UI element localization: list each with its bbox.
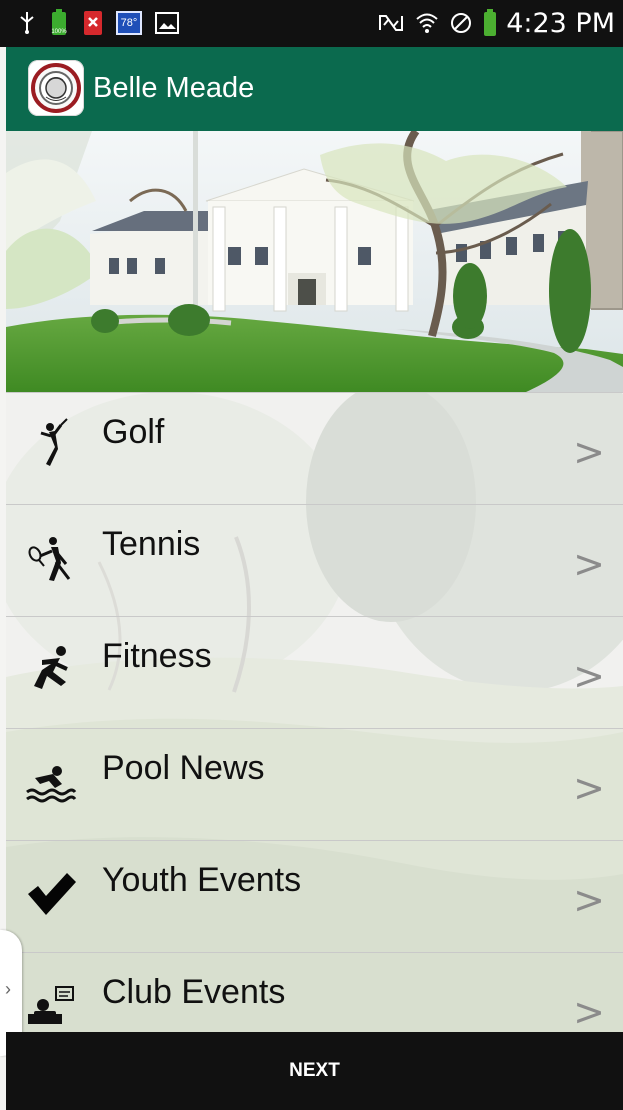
app-title: Belle Meade (93, 72, 255, 104)
menu-item-golf[interactable]: Golf > (6, 392, 623, 504)
battery-status-icon: 100% (48, 9, 70, 37)
menu-item-fitness[interactable]: Fitness > (6, 616, 623, 728)
footer-bar: NEXT (6, 1032, 623, 1110)
tennis-icon (22, 529, 78, 585)
club-events-icon (22, 977, 78, 1033)
menu-item-label-golf: Golf (102, 413, 165, 451)
do-not-disturb-icon (448, 10, 474, 36)
nfc-icon (376, 12, 406, 34)
status-left-icons: 100% 78° (18, 8, 180, 38)
menu-item-label-tennis: Tennis (102, 525, 201, 563)
menu-item-youth-events[interactable]: Youth Events > (6, 840, 623, 952)
drawer-chevron-icon: › (5, 979, 11, 999)
usb-icon (18, 11, 36, 35)
menu-item-label-club-events: Club Events (102, 973, 286, 1011)
close-notification-icon (82, 9, 104, 37)
menu-item-label-pool-news: Pool News (102, 749, 265, 787)
chevron-right-icon: > (573, 542, 605, 586)
pool-icon (22, 753, 78, 809)
club-logo-icon[interactable] (28, 60, 84, 116)
chevron-right-icon: > (573, 990, 605, 1034)
wifi-icon (414, 10, 440, 36)
menu-item-label-youth-events: Youth Events (102, 861, 302, 899)
svg-text:100%: 100% (51, 29, 67, 35)
status-bar: 100% 78° 4:23 PM (0, 0, 623, 47)
chevron-right-icon: > (573, 654, 605, 698)
chevron-right-icon: > (573, 878, 605, 922)
chevron-right-icon: > (573, 766, 605, 810)
clubhouse-photo (6, 131, 623, 392)
image-icon (154, 11, 180, 35)
weather-temperature: 78° (116, 11, 142, 35)
golf-icon (22, 417, 78, 473)
next-button[interactable]: NEXT (6, 1032, 623, 1110)
battery-icon (482, 9, 498, 37)
menu-item-tennis[interactable]: Tennis > (6, 504, 623, 616)
fitness-icon (22, 641, 78, 697)
menu-item-label-fitness: Fitness (102, 637, 212, 675)
menu-item-pool-news[interactable]: Pool News > (6, 728, 623, 840)
chevron-right-icon: > (573, 430, 605, 474)
weather-icon: 78° (116, 11, 142, 35)
app-header: Belle Meade (6, 47, 623, 131)
status-time: 4:23 PM (506, 7, 615, 39)
checkmark-icon (22, 865, 78, 921)
status-right-icons: 4:23 PM (376, 7, 615, 39)
